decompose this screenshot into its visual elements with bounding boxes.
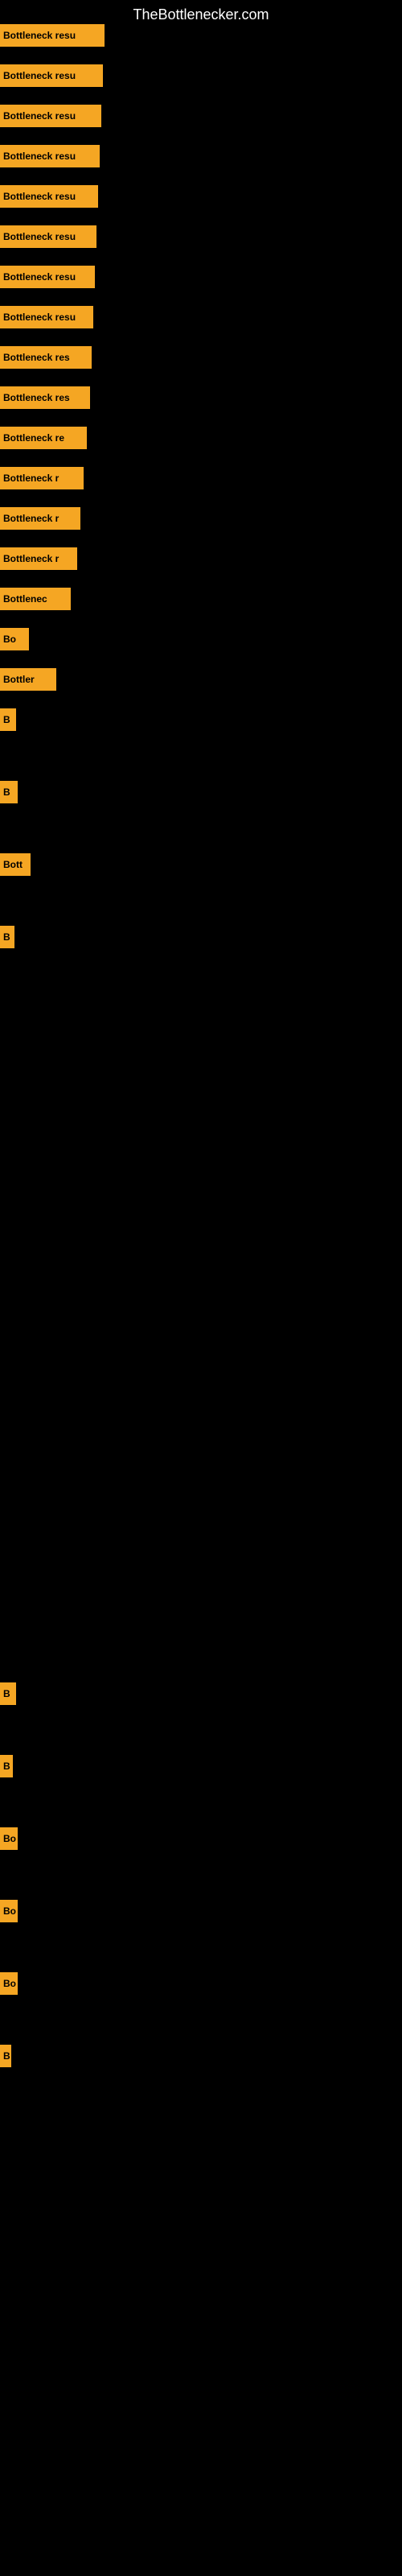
bottleneck-bar: B (0, 1682, 16, 1705)
bottleneck-bar: Bottlenec (0, 588, 71, 610)
bottleneck-bar: Bottleneck r (0, 467, 84, 489)
bottleneck-bar: Bottleneck resu (0, 306, 93, 328)
bottleneck-bar: B (0, 708, 16, 731)
bottleneck-bar: B (0, 781, 18, 803)
bottleneck-bar: B (0, 2045, 11, 2067)
bottleneck-bar: Bottleneck resu (0, 24, 105, 47)
bottleneck-bar: Bottleneck res (0, 386, 90, 409)
bottleneck-bar: Bottler (0, 668, 56, 691)
bottleneck-bar: Bottleneck resu (0, 266, 95, 288)
bottleneck-bar: Bott (0, 853, 31, 876)
bottleneck-bar: Bo (0, 1900, 18, 1922)
bottleneck-bar: B (0, 1755, 13, 1777)
bottleneck-bar: Bottleneck resu (0, 105, 101, 127)
bottleneck-bar: B (0, 926, 14, 948)
bottleneck-bar: Bo (0, 1972, 18, 1995)
bottleneck-bar: Bo (0, 1827, 18, 1850)
bottleneck-bar: Bottleneck r (0, 547, 77, 570)
bottleneck-bar: Bottleneck resu (0, 225, 96, 248)
bottleneck-bar: Bottleneck resu (0, 64, 103, 87)
bottleneck-bar: Bo (0, 628, 29, 650)
bottleneck-bar: Bottleneck res (0, 346, 92, 369)
bottleneck-bar: Bottleneck r (0, 507, 80, 530)
bottleneck-bar: Bottleneck re (0, 427, 87, 449)
bottleneck-bar: Bottleneck resu (0, 145, 100, 167)
bottleneck-bar: Bottleneck resu (0, 185, 98, 208)
